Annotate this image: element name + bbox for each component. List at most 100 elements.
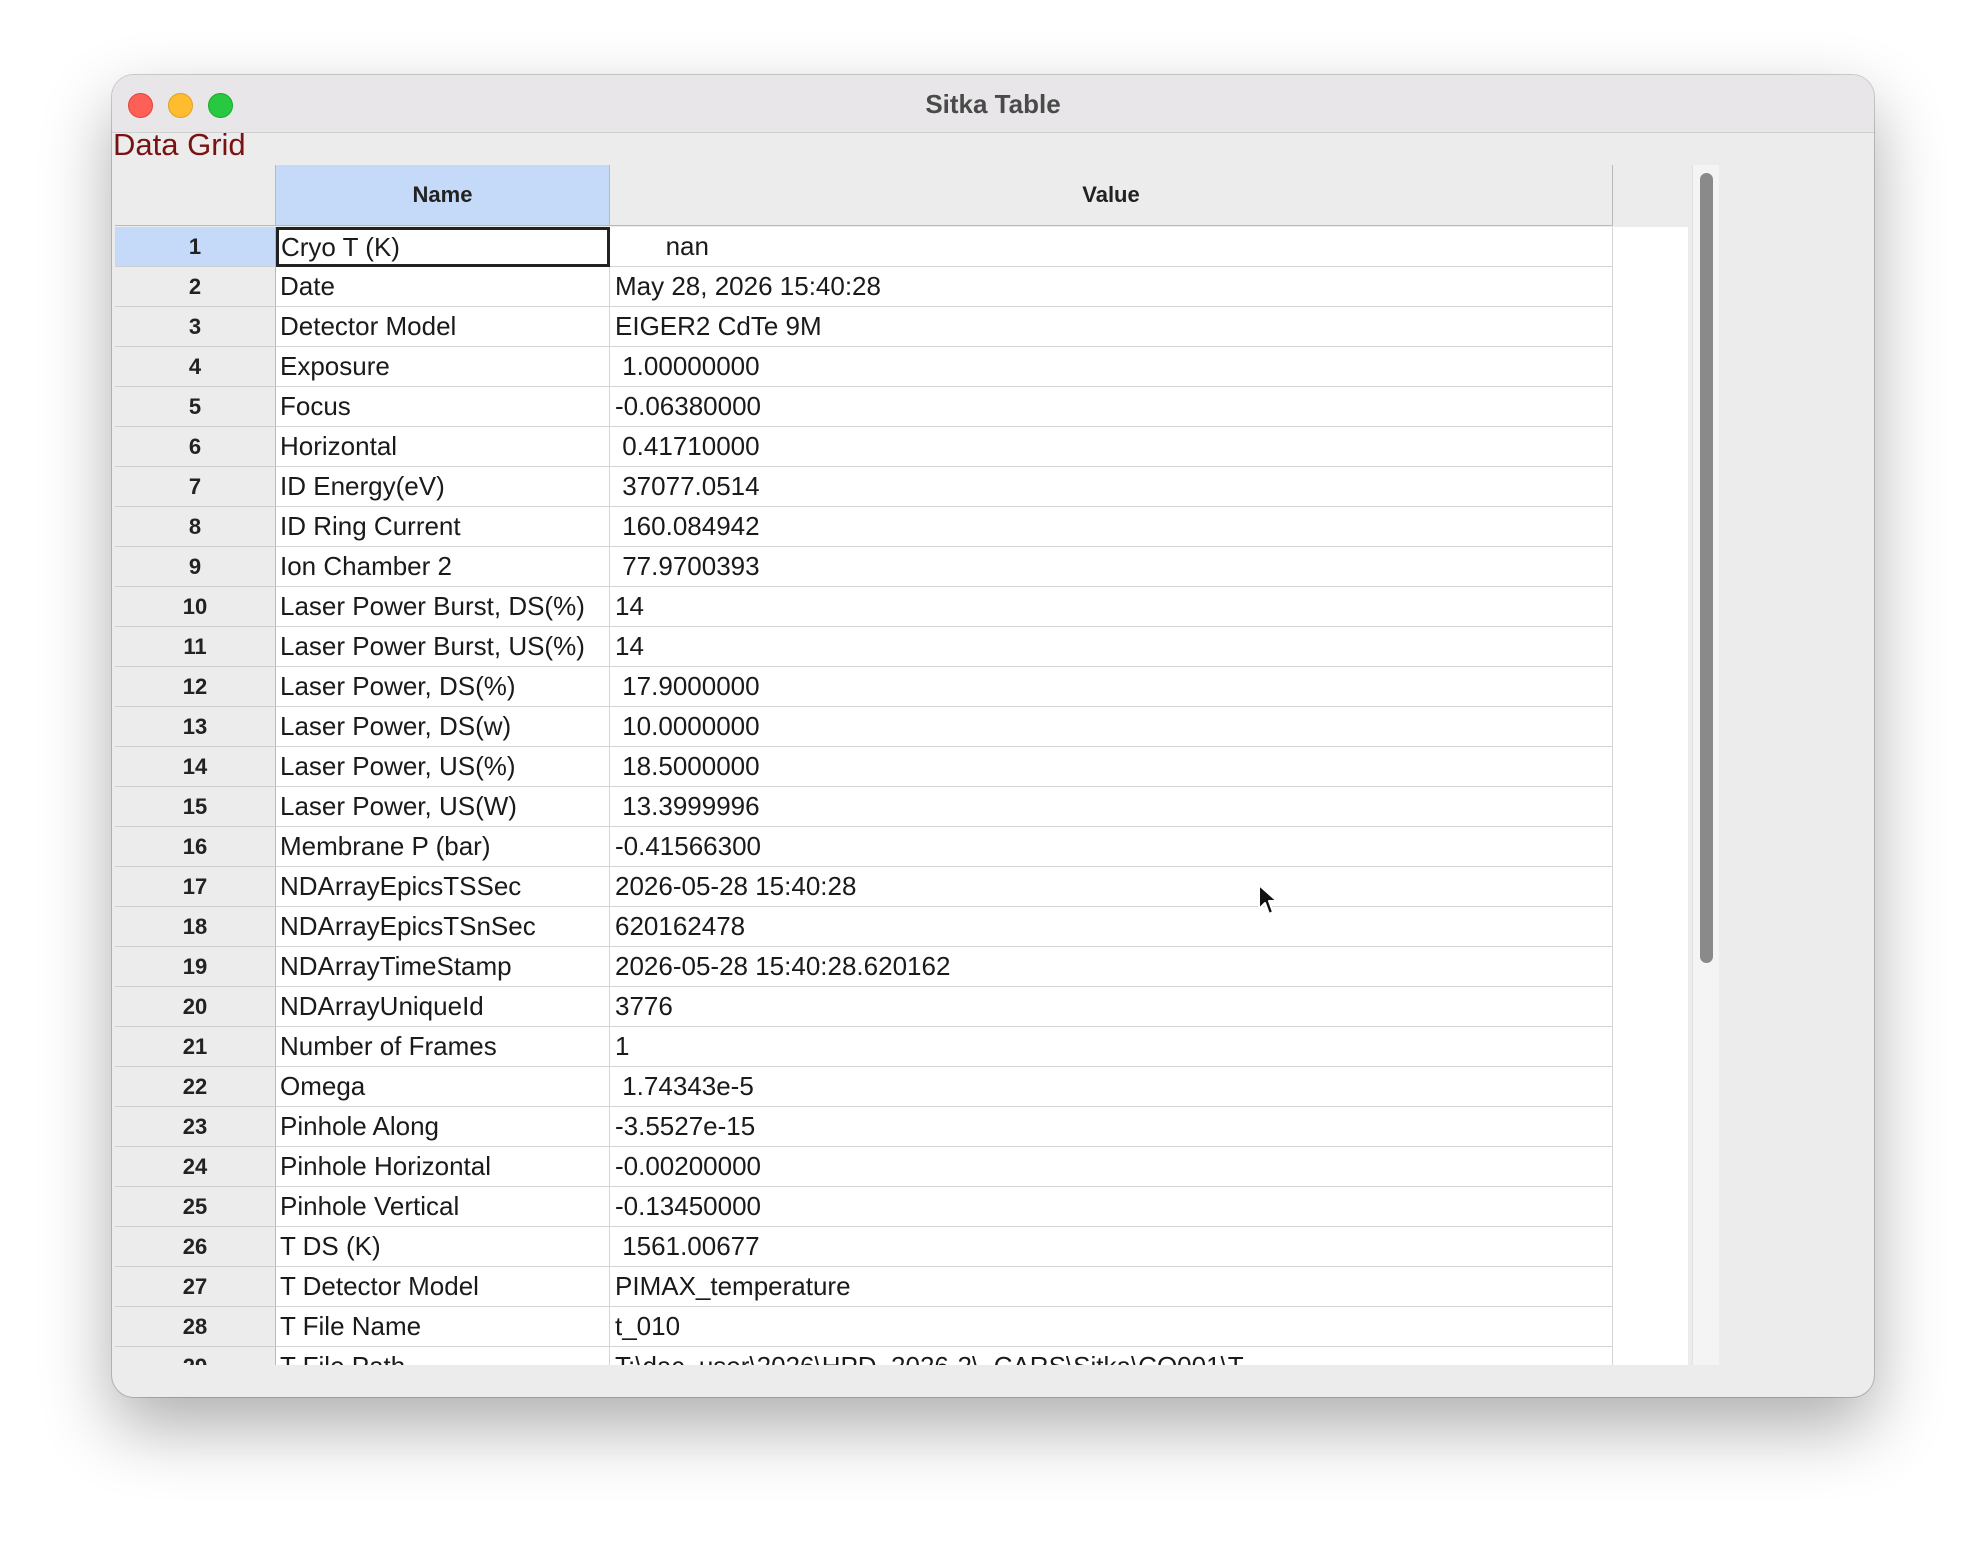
row-number-cell[interactable]: 28 [115,1307,276,1347]
name-cell[interactable]: T DS (K) [276,1227,610,1267]
name-cell[interactable]: Horizontal [276,427,610,467]
table-row[interactable]: 18 NDArrayEpicsTSnSec 620162478 [115,907,1688,947]
name-cell[interactable]: Cryo T (K) [276,227,610,267]
row-number-cell[interactable]: 18 [115,907,276,947]
row-number-cell[interactable]: 2 [115,267,276,307]
scrollbar-thumb[interactable] [1700,173,1713,963]
row-number-cell[interactable]: 15 [115,787,276,827]
table-row[interactable]: 25 Pinhole Vertical -0.13450000 [115,1187,1688,1227]
table-row[interactable]: 11 Laser Power Burst, US(%) 14 [115,627,1688,667]
row-number-cell[interactable]: 16 [115,827,276,867]
value-cell[interactable]: 1.00000000 [610,347,1613,387]
table-row[interactable]: 27 T Detector Model PIMAX_temperature [115,1267,1688,1307]
row-number-cell[interactable]: 27 [115,1267,276,1307]
name-cell[interactable]: T File Name [276,1307,610,1347]
table-row[interactable]: 15 Laser Power, US(W) 13.3999996 [115,787,1688,827]
value-cell[interactable]: 620162478 [610,907,1613,947]
value-cell[interactable]: 1561.00677 [610,1227,1613,1267]
row-number-cell[interactable]: 13 [115,707,276,747]
table-row[interactable]: 6 Horizontal 0.41710000 [115,427,1688,467]
row-number-cell[interactable]: 10 [115,587,276,627]
value-cell[interactable]: -3.5527e-15 [610,1107,1613,1147]
value-cell[interactable]: 160.084942 [610,507,1613,547]
row-number-cell[interactable]: 9 [115,547,276,587]
name-cell[interactable]: Exposure [276,347,610,387]
value-cell[interactable]: nan [610,227,1613,267]
value-cell[interactable]: 10.0000000 [610,707,1613,747]
value-cell[interactable]: -0.00200000 [610,1147,1613,1187]
row-number-cell[interactable]: 22 [115,1067,276,1107]
row-number-cell[interactable]: 12 [115,667,276,707]
name-cell[interactable]: T Detector Model [276,1267,610,1307]
value-cell[interactable]: -0.13450000 [610,1187,1613,1227]
table-row[interactable]: 10 Laser Power Burst, DS(%) 14 [115,587,1688,627]
name-cell[interactable]: Laser Power Burst, DS(%) [276,587,610,627]
table-row[interactable]: 20 NDArrayUniqueId 3776 [115,987,1688,1027]
row-number-cell[interactable]: 24 [115,1147,276,1187]
row-number-cell[interactable]: 26 [115,1227,276,1267]
table-row[interactable]: 14 Laser Power, US(%) 18.5000000 [115,747,1688,787]
table-row[interactable]: 29T File PathT:\dac_user\2026\HPD_2026-2… [115,1347,1688,1365]
table-row[interactable]: 26 T DS (K) 1561.00677 [115,1227,1688,1267]
table-row[interactable]: 4 Exposure 1.00000000 [115,347,1688,387]
table-row[interactable]: 2 Date May 28, 2026 15:40:28 [115,267,1688,307]
column-header-name[interactable]: Name [276,165,610,226]
name-cell[interactable]: Focus [276,387,610,427]
table-row[interactable]: 1 Cryo T (K) nan [115,227,1688,267]
name-cell[interactable]: NDArrayTimeStamp [276,947,610,987]
table-row[interactable]: 19 NDArrayTimeStamp 2026-05-28 15:40:28.62… [115,947,1688,987]
row-number-cell[interactable]: 17 [115,867,276,907]
value-cell[interactable]: 14 [610,627,1613,667]
name-cell[interactable]: Laser Power, DS(w) [276,707,610,747]
value-cell[interactable]: -0.06380000 [610,387,1613,427]
name-cell[interactable]: Pinhole Horizontal [276,1147,610,1187]
row-number-cell[interactable]: 29 [115,1347,276,1365]
table-row[interactable]: 12 Laser Power, DS(%) 17.9000000 [115,667,1688,707]
title-bar[interactable]: Sitka Table [112,75,1874,133]
value-cell[interactable]: -0.41566300 [610,827,1613,867]
value-cell[interactable]: 14 [610,587,1613,627]
table-row[interactable]: 5 Focus -0.06380000 [115,387,1688,427]
value-cell[interactable]: 3776 [610,987,1613,1027]
row-number-cell[interactable]: 4 [115,347,276,387]
name-cell[interactable]: Membrane P (bar) [276,827,610,867]
row-number-cell[interactable]: 23 [115,1107,276,1147]
value-cell[interactable]: 18.5000000 [610,747,1613,787]
name-cell[interactable]: ID Energy(eV) [276,467,610,507]
vertical-scrollbar[interactable] [1692,165,1719,1365]
value-cell[interactable]: t_010 [610,1307,1613,1347]
table-row[interactable]: 22 Omega 1.74343e-5 [115,1067,1688,1107]
row-number-cell[interactable]: 5 [115,387,276,427]
row-number-cell[interactable]: 20 [115,987,276,1027]
row-number-cell[interactable]: 25 [115,1187,276,1227]
value-cell[interactable]: T:\dac_user\2026\HPD_2026-2\_CARS\Sitka\… [610,1347,1613,1365]
value-cell[interactable]: 0.41710000 [610,427,1613,467]
row-number-cell[interactable]: 6 [115,427,276,467]
row-number-cell[interactable]: 7 [115,467,276,507]
table-row[interactable]: 17 NDArrayEpicsTSSec 2026-05-28 15:40:28 [115,867,1688,907]
row-number-cell[interactable]: 14 [115,747,276,787]
name-cell[interactable]: Laser Power, DS(%) [276,667,610,707]
data-grid[interactable]: Name Value 1 Cryo T (K) nan 2 Date May 28, 2… [115,165,1688,1365]
value-cell[interactable]: May 28, 2026 15:40:28 [610,267,1613,307]
name-cell[interactable]: ID Ring Current [276,507,610,547]
corner-header-cell[interactable] [115,165,276,226]
table-row[interactable]: 7 ID Energy(eV) 37077.0514 [115,467,1688,507]
row-number-cell[interactable]: 21 [115,1027,276,1067]
table-row[interactable]: 3 Detector Model EIGER2 CdTe 9M [115,307,1688,347]
table-row[interactable]: 24 Pinhole Horizontal -0.00200000 [115,1147,1688,1187]
value-cell[interactable]: 2026-05-28 15:40:28 [610,867,1613,907]
value-cell[interactable]: 17.9000000 [610,667,1613,707]
table-row[interactable]: 28 T File Name t_010 [115,1307,1688,1347]
row-number-cell[interactable]: 8 [115,507,276,547]
row-number-cell[interactable]: 3 [115,307,276,347]
value-cell[interactable]: 1 [610,1027,1613,1067]
name-cell[interactable]: Ion Chamber 2 [276,547,610,587]
name-cell[interactable]: NDArrayUniqueId [276,987,610,1027]
row-number-cell[interactable]: 1 [115,227,276,267]
value-cell[interactable]: 13.3999996 [610,787,1613,827]
name-cell[interactable]: Laser Power Burst, US(%) [276,627,610,667]
value-cell[interactable]: PIMAX_temperature [610,1267,1613,1307]
table-row[interactable]: 13 Laser Power, DS(w) 10.0000000 [115,707,1688,747]
table-row[interactable]: 8 ID Ring Current 160.084942 [115,507,1688,547]
